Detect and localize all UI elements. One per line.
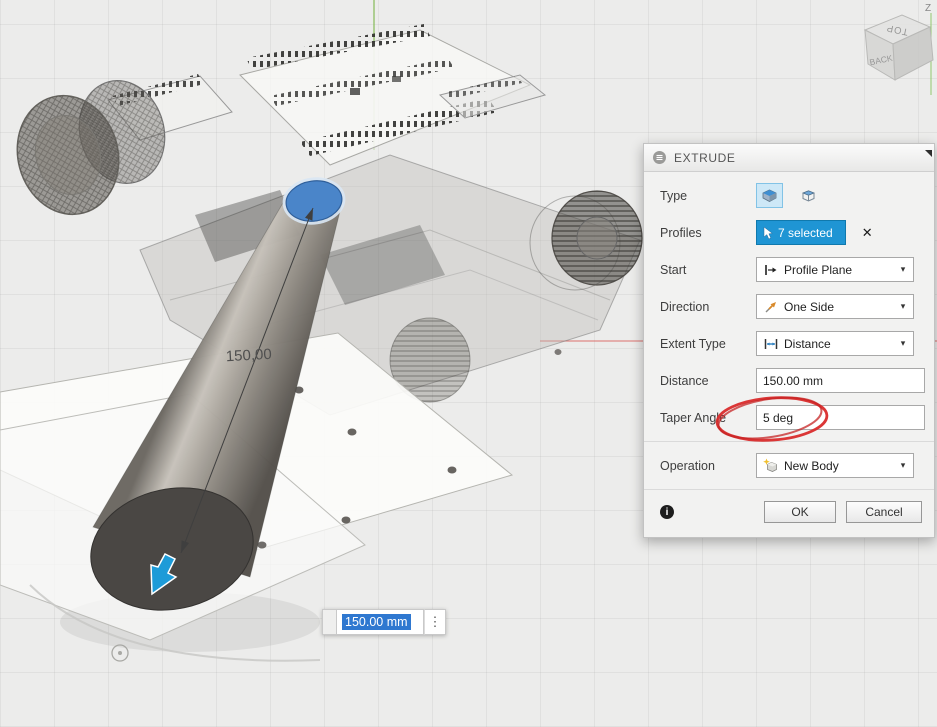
taper-angle-row: Taper Angle [644,399,934,436]
profiles-selected-button[interactable]: 7 selected [756,220,846,245]
dialog-title: EXTRUDE [674,151,736,165]
dimension-input-drag-handle[interactable]: ⋮ [424,609,446,635]
direction-label: Direction [660,300,756,314]
divider [644,441,934,442]
taper-angle-input[interactable] [756,405,925,430]
ok-button[interactable]: OK [764,501,836,523]
profiles-row: Profiles 7 selected ✕ [644,214,934,251]
divider [644,489,934,490]
type-label: Type [660,189,756,203]
profiles-label: Profiles [660,226,756,240]
info-icon[interactable]: i [660,505,674,519]
extent-type-row: Extent Type Distance ▾ [644,325,934,362]
extrude-dialog: EXTRUDE Type [643,143,935,538]
operation-dropdown[interactable]: New Body ▾ [756,453,914,478]
chevron-down-icon: ▾ [896,338,910,349]
extent-type-label: Extent Type [660,337,756,351]
start-value: Profile Plane [781,263,896,277]
taper-angle-label: Taper Angle [660,411,756,425]
dimension-input-selected-text: 150.00 mm [342,614,411,630]
cancel-button[interactable]: Cancel [846,501,922,523]
new-body-icon [760,458,781,473]
dimension-label: 150,00 [225,346,272,365]
chevron-down-icon: ▾ [896,460,910,471]
profiles-count: 7 selected [778,226,833,240]
type-row: Type [644,177,934,214]
distance-label: Distance [660,374,756,388]
operation-row: Operation New Body ▾ [644,447,934,484]
extrude-solid-type-button[interactable] [756,183,783,208]
dialog-pin-icon[interactable] [925,150,932,157]
viewcube-z-axis-label: Z [925,3,931,14]
dimension-input-popup: 150.00 mm ⋮ [322,609,446,635]
start-row: Start Profile Plane ▾ [644,251,934,288]
dialog-footer: i OK Cancel [644,495,934,537]
dimension-input-field[interactable]: 150.00 mm [336,609,424,635]
chevron-down-icon: ▾ [896,264,910,275]
view-cube[interactable]: Z TOP BACK [865,3,933,95]
dialog-menu-icon[interactable] [652,150,667,165]
operation-label: Operation [660,459,756,473]
one-side-arrow-icon [760,300,781,314]
direction-row: Direction One Side ▾ [644,288,934,325]
distance-input[interactable] [756,368,925,393]
operation-value: New Body [781,459,896,473]
extrude-thin-icon [799,187,818,204]
clear-selection-icon[interactable]: ✕ [862,226,873,239]
vertical-dots-icon: ⋮ [429,614,442,630]
extrude-solid-icon [760,187,779,204]
direction-value: One Side [781,300,896,314]
extrude-thin-type-button[interactable] [795,183,822,208]
profile-plane-icon [760,263,781,277]
start-label: Start [660,263,756,277]
dimension-input-grip[interactable] [322,609,336,635]
chevron-down-icon: ▾ [896,301,910,312]
extent-type-value: Distance [781,337,896,351]
direction-dropdown[interactable]: One Side ▾ [756,294,914,319]
distance-extent-icon [760,337,781,351]
cursor-icon [763,226,773,240]
distance-row: Distance [644,362,934,399]
extrude-dialog-header[interactable]: EXTRUDE [644,144,934,172]
extent-type-dropdown[interactable]: Distance ▾ [756,331,914,356]
start-dropdown[interactable]: Profile Plane ▾ [756,257,914,282]
